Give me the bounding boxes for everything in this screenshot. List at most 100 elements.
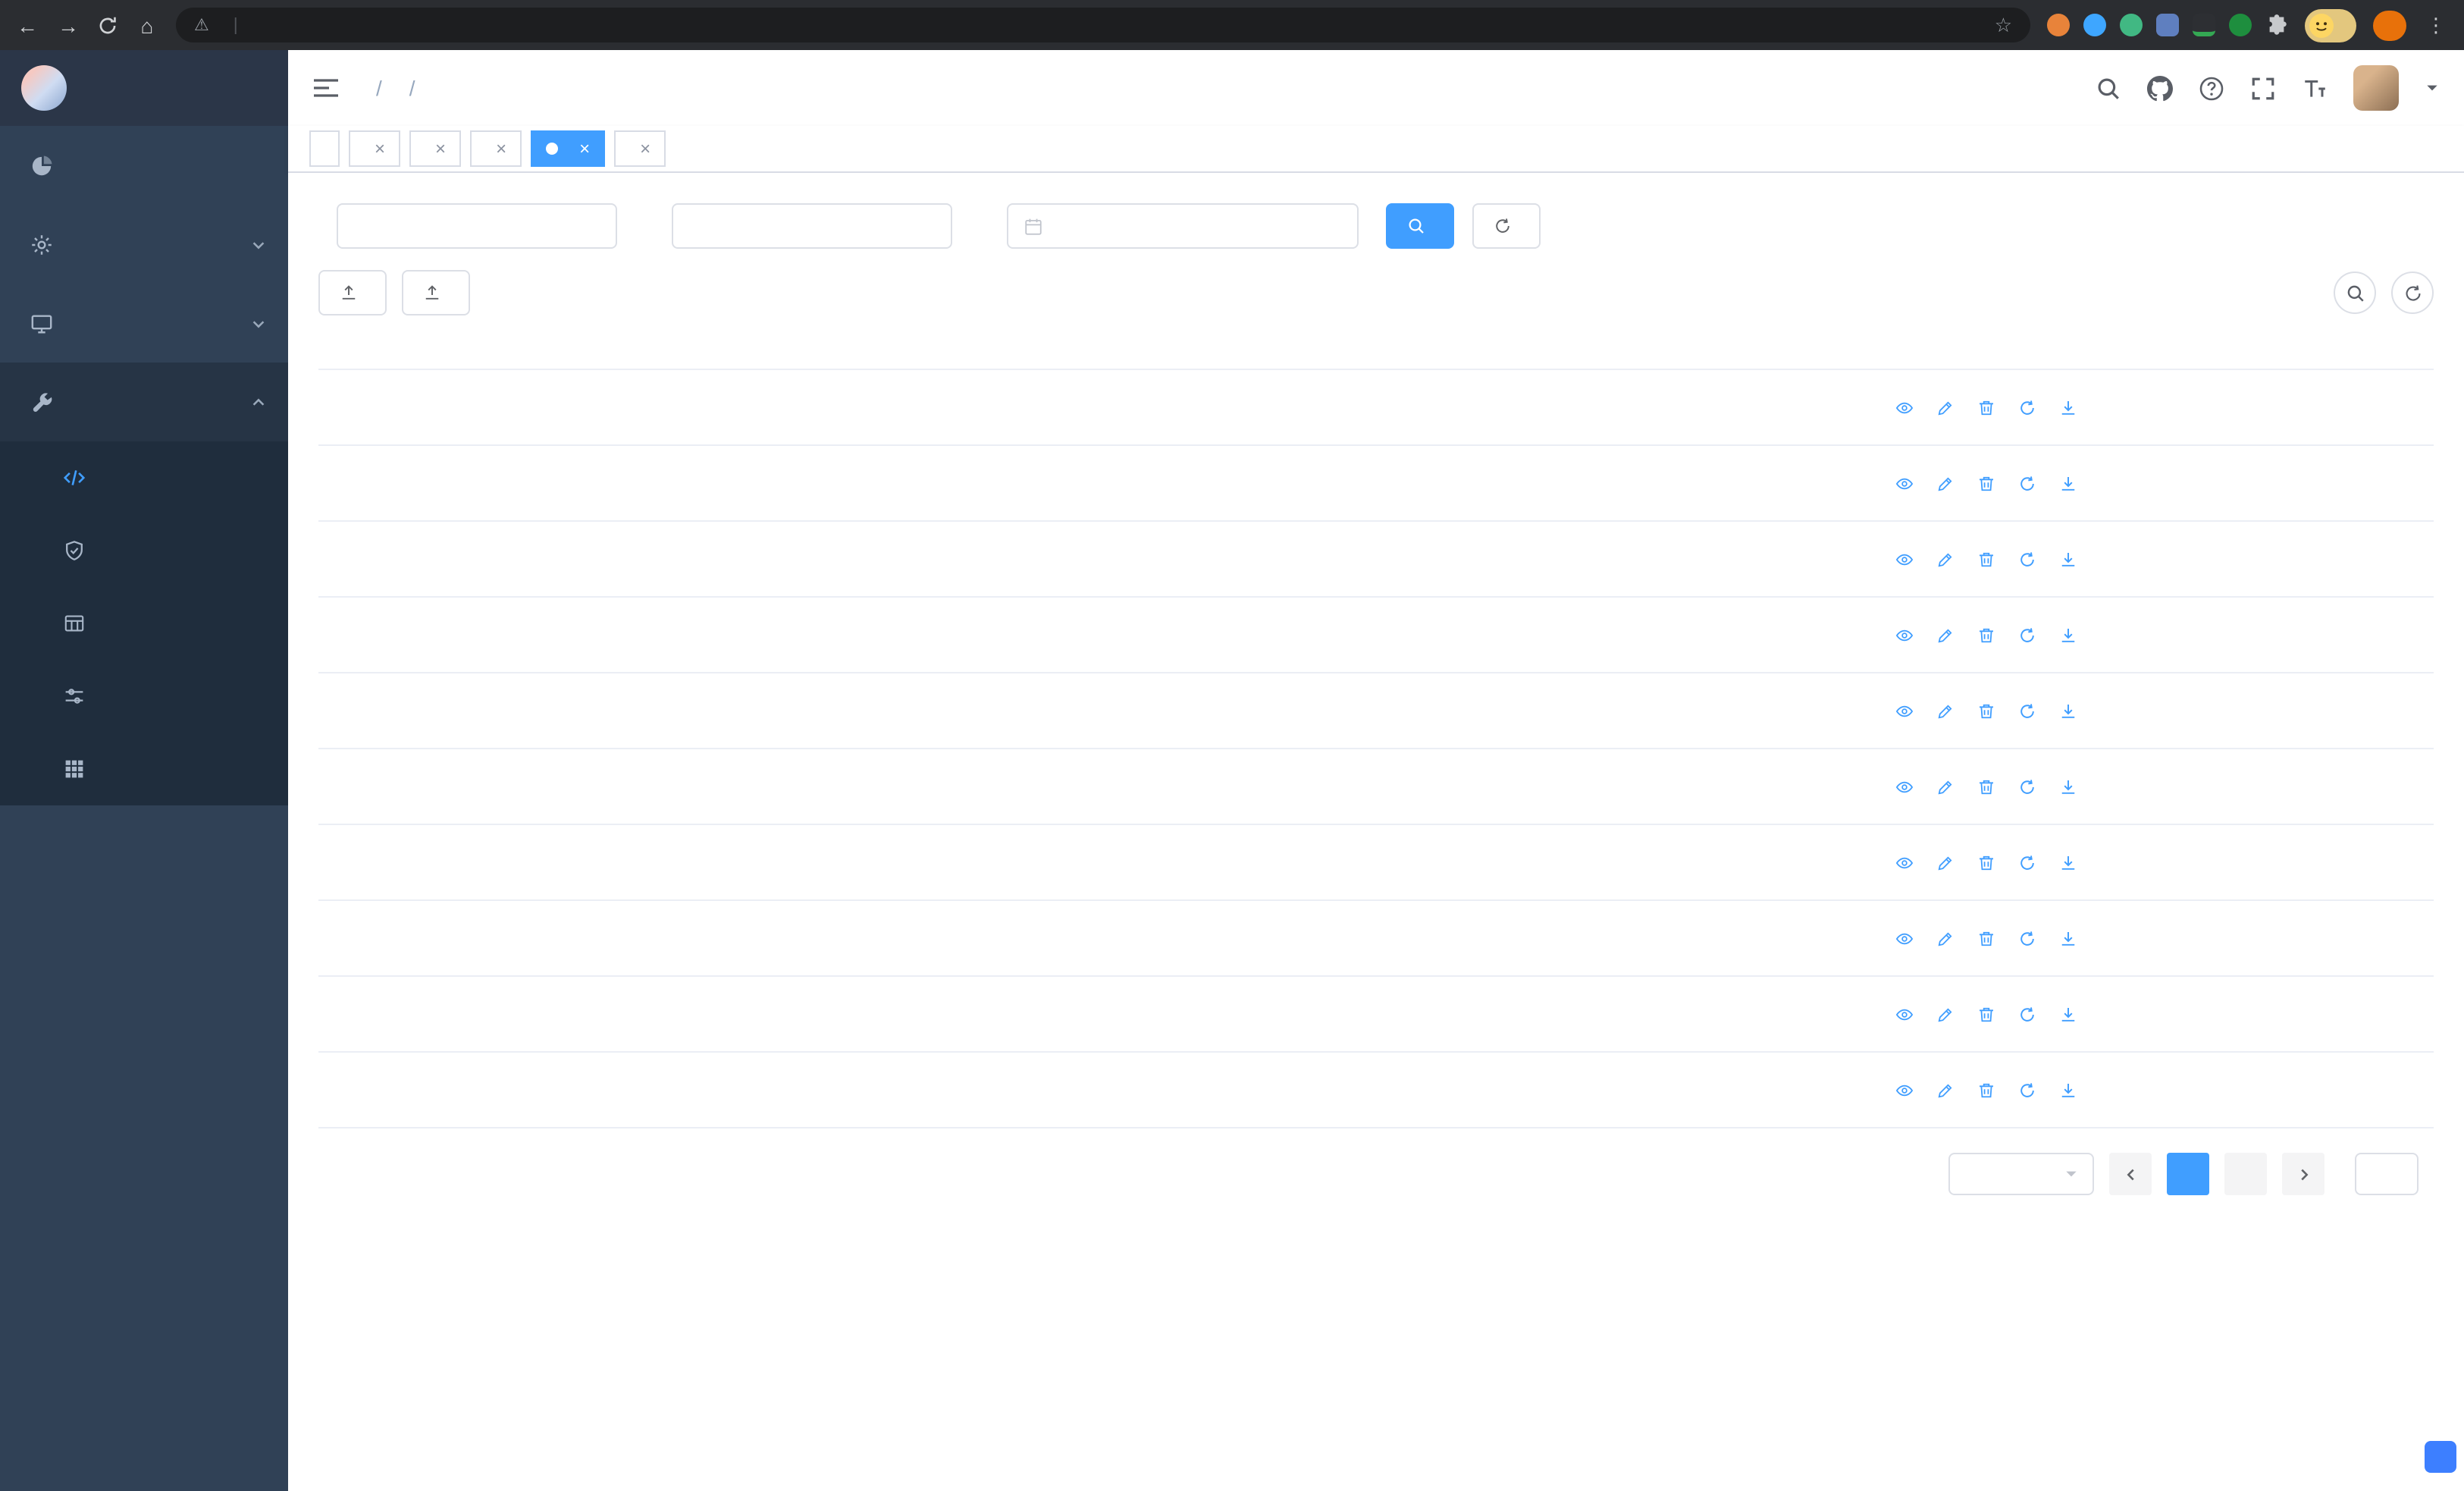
row-action-sync-link[interactable] [2017, 550, 2040, 568]
row-action-preview-link[interactable] [1895, 398, 1917, 416]
floating-widget[interactable] [2425, 1441, 2456, 1473]
row-action-delete-link[interactable] [1977, 702, 1999, 720]
row-action-preview-link[interactable] [1895, 853, 1917, 871]
row-action-generate-link[interactable] [2058, 550, 2081, 568]
row-action-sync-link[interactable] [2017, 1081, 2040, 1099]
tab-trace[interactable]: × [349, 130, 401, 167]
sidebar-item-codegen[interactable] [0, 441, 288, 514]
close-icon[interactable]: × [435, 140, 446, 158]
row-action-delete-link[interactable] [1977, 398, 1999, 416]
close-icon[interactable]: × [579, 140, 590, 158]
tab-codegen[interactable]: × [531, 130, 606, 167]
row-action-preview-link[interactable] [1895, 702, 1917, 720]
row-action-sync-link[interactable] [2017, 702, 2040, 720]
row-action-edit-link[interactable] [1936, 398, 1958, 416]
row-action-delete-link[interactable] [1977, 1005, 1999, 1023]
row-action-generate-link[interactable] [2058, 398, 2081, 416]
import-db-button[interactable] [318, 270, 387, 315]
help-icon[interactable] [2199, 75, 2224, 101]
table-name-input[interactable] [337, 203, 617, 249]
row-action-delete-link[interactable] [1977, 1081, 1999, 1099]
sidebar-item-codegen-example[interactable] [0, 514, 288, 587]
sidebar-item-system-api[interactable] [0, 660, 288, 733]
close-icon[interactable]: × [375, 140, 385, 158]
row-action-preview-link[interactable] [1895, 1005, 1917, 1023]
row-action-delete-link[interactable] [1977, 474, 1999, 492]
row-action-sync-link[interactable] [2017, 853, 2040, 871]
sidebar-toggle-icon[interactable] [312, 74, 340, 102]
browser-menu-icon[interactable]: ⋮ [2423, 13, 2449, 37]
profile-button[interactable] [2305, 8, 2356, 42]
sidebar-item-db-docs[interactable] [0, 733, 288, 805]
caret-down-icon[interactable] [2425, 80, 2440, 96]
row-action-generate-link[interactable] [2058, 1081, 2081, 1099]
user-avatar[interactable] [2353, 65, 2399, 111]
close-icon[interactable]: × [496, 140, 506, 158]
row-action-delete-link[interactable] [1977, 929, 1999, 947]
page-button-1[interactable] [2167, 1153, 2209, 1195]
row-action-delete-link[interactable] [1977, 550, 1999, 568]
sidebar-item-dev-tools[interactable] [0, 363, 288, 441]
row-action-sync-link[interactable] [2017, 474, 2040, 492]
create-time-range-picker[interactable] [1007, 203, 1359, 249]
extension-icon[interactable] [2229, 14, 2252, 36]
fullscreen-icon[interactable] [2250, 75, 2276, 101]
browser-update-button[interactable] [2373, 10, 2406, 40]
address-bar[interactable]: ⚠ | ☆ [176, 8, 2030, 42]
github-icon[interactable] [2147, 75, 2173, 101]
refresh-table-button[interactable] [2391, 272, 2434, 314]
tab-codegen-example[interactable]: × [470, 130, 522, 167]
row-action-generate-link[interactable] [2058, 777, 2081, 796]
extension-icon[interactable] [2156, 14, 2179, 36]
row-action-delete-link[interactable] [1977, 777, 1999, 796]
row-action-edit-link[interactable] [1936, 777, 1958, 796]
tab-home[interactable] [309, 130, 340, 167]
row-action-generate-link[interactable] [2058, 1005, 2081, 1023]
row-action-edit-link[interactable] [1936, 1005, 1958, 1023]
sidebar-item-infrastructure[interactable] [0, 284, 288, 363]
bookmark-star-icon[interactable]: ☆ [1995, 13, 2012, 37]
page-size-select[interactable] [1948, 1153, 2094, 1195]
search-button[interactable] [1386, 203, 1454, 249]
forward-button[interactable]: → [56, 13, 80, 37]
sidebar-item-system-management[interactable] [0, 205, 288, 284]
extensions-puzzle-icon[interactable] [2265, 14, 2288, 36]
row-action-generate-link[interactable] [2058, 626, 2081, 644]
extension-icon[interactable] [2047, 14, 2070, 36]
tab-form-builder[interactable]: × [409, 130, 462, 167]
row-action-generate-link[interactable] [2058, 702, 2081, 720]
row-action-sync-link[interactable] [2017, 398, 2040, 416]
reset-button[interactable] [1472, 203, 1541, 249]
row-action-edit-link[interactable] [1936, 474, 1958, 492]
font-size-icon[interactable] [2302, 75, 2328, 101]
row-action-sync-link[interactable] [2017, 1005, 2040, 1023]
row-action-edit-link[interactable] [1936, 626, 1958, 644]
row-action-generate-link[interactable] [2058, 474, 2081, 492]
row-action-preview-link[interactable] [1895, 626, 1917, 644]
table-desc-input[interactable] [672, 203, 952, 249]
search-icon[interactable] [2096, 75, 2121, 101]
row-action-edit-link[interactable] [1936, 702, 1958, 720]
back-button[interactable]: ← [15, 13, 39, 37]
close-icon[interactable]: × [640, 140, 650, 158]
extension-icon[interactable] [2193, 14, 2215, 36]
next-page-button[interactable] [2282, 1153, 2324, 1195]
row-action-preview-link[interactable] [1895, 474, 1917, 492]
row-action-sync-link[interactable] [2017, 777, 2040, 796]
row-action-edit-link[interactable] [1936, 853, 1958, 871]
row-action-preview-link[interactable] [1895, 777, 1917, 796]
row-action-edit-link[interactable] [1936, 1081, 1958, 1099]
row-action-preview-link[interactable] [1895, 1081, 1917, 1099]
goto-page-input[interactable] [2355, 1153, 2419, 1195]
import-sql-button[interactable] [402, 270, 470, 315]
sidebar-item-home[interactable] [0, 126, 288, 205]
prev-page-button[interactable] [2109, 1153, 2152, 1195]
row-action-generate-link[interactable] [2058, 853, 2081, 871]
toggle-search-button[interactable] [2334, 272, 2376, 314]
row-action-preview-link[interactable] [1895, 550, 1917, 568]
tab-system-api[interactable]: × [614, 130, 666, 167]
page-button-2[interactable] [2224, 1153, 2267, 1195]
app-logo[interactable] [0, 50, 288, 126]
extension-icon[interactable] [2083, 14, 2106, 36]
browser-home-button[interactable]: ⌂ [135, 13, 159, 37]
